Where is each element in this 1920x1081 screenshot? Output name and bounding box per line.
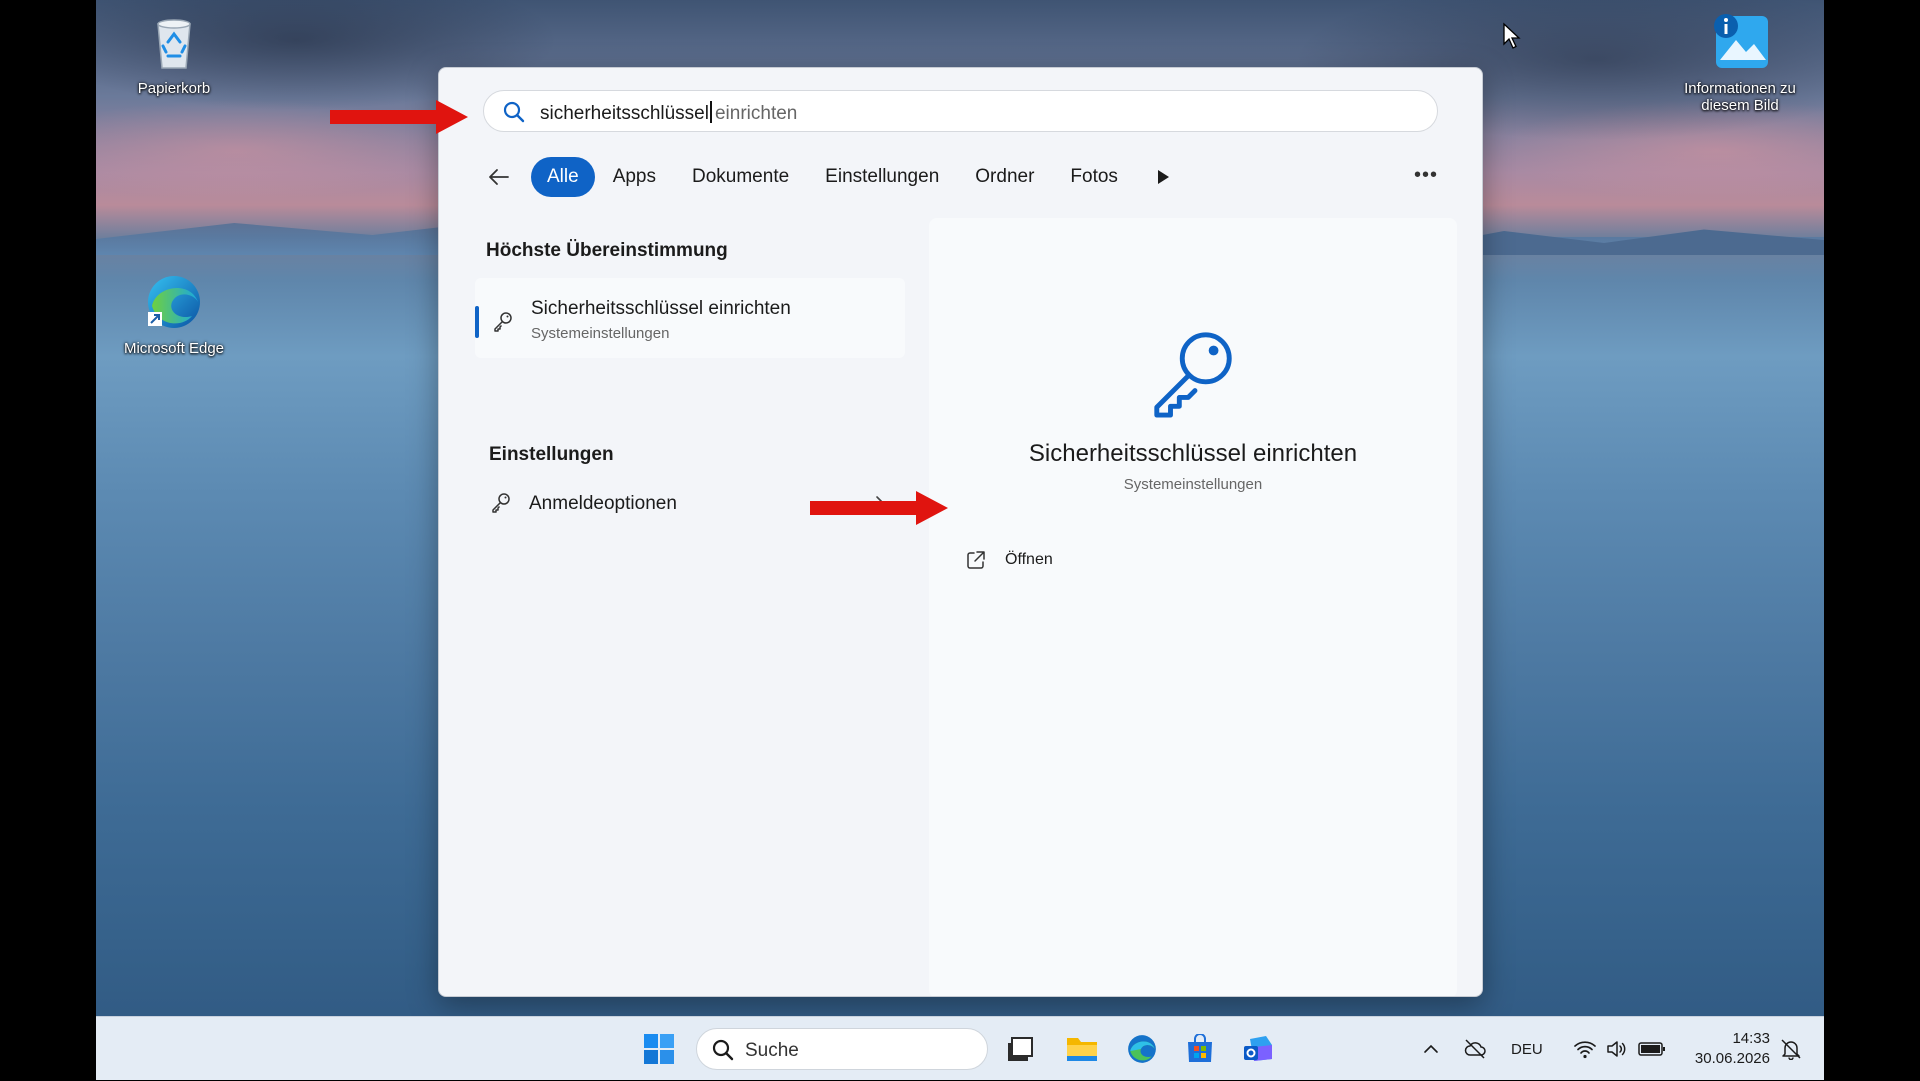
result-detail-pane: Sicherheitsschlüssel einrichten Systemei… <box>929 218 1457 996</box>
picture-info-icon <box>1714 14 1768 68</box>
task-view-icon <box>1008 1037 1033 1061</box>
best-match-result[interactable]: Sicherheitsschlüssel einrichten Systemei… <box>475 278 905 358</box>
desktop-icon-label: Microsoft Edge <box>123 340 225 357</box>
results-list: Höchste Übereinstimmung Sicherheitsschlü… <box>439 218 929 996</box>
detail-title: Sicherheitsschlüssel einrichten <box>1028 440 1358 467</box>
clock-time: 14:33 <box>1732 1030 1770 1047</box>
best-match-heading: Höchste Übereinstimmung <box>486 240 728 261</box>
chevron-up-icon[interactable] <box>1421 1039 1441 1059</box>
best-match-subtitle: Systemeinstellungen <box>531 325 670 342</box>
file-explorer-button[interactable] <box>1062 1029 1102 1069</box>
edge-icon <box>1128 1035 1156 1063</box>
volume-icon[interactable] <box>1605 1037 1629 1061</box>
wifi-icon[interactable] <box>1573 1037 1597 1061</box>
key-icon <box>492 493 510 513</box>
outlook-button[interactable] <box>1238 1029 1278 1069</box>
key-icon <box>494 312 512 332</box>
desktop-icon-picture-info[interactable]: Informationen zu diesem Bild <box>1670 12 1810 114</box>
desktop-icon-label: Papierkorb <box>137 80 211 97</box>
key-icon <box>1154 332 1232 418</box>
search-input[interactable]: sicherheitsschlüssel einrichten <box>483 90 1438 132</box>
clock-date: 30.06.2026 <box>1694 1050 1770 1067</box>
detail-subtitle: Systemeinstellungen <box>1123 476 1263 493</box>
desktop-icon-edge[interactable]: Microsoft Edge <box>104 272 244 357</box>
search-typed-text: sicherheitsschlüssel <box>540 103 709 124</box>
start-icon <box>644 1034 674 1064</box>
annotation-arrow-open <box>810 491 948 525</box>
edge-taskbar-button[interactable] <box>1122 1029 1162 1069</box>
battery-icon[interactable] <box>1637 1037 1667 1061</box>
desktop-icon-label: Informationen zu diesem Bild <box>1684 80 1796 114</box>
microsoft-store-button[interactable] <box>1180 1029 1220 1069</box>
filter-tab-ordner[interactable]: Ordner <box>957 157 1052 197</box>
desktop-icon-recycle-bin[interactable]: Papierkorb <box>104 12 244 97</box>
annotation-arrow-search <box>330 100 468 134</box>
search-icon <box>712 1039 734 1061</box>
selection-indicator <box>475 306 479 338</box>
best-match-title: Sicherheitsschlüssel einrichten <box>531 298 791 319</box>
start-button[interactable] <box>639 1029 679 1069</box>
outlook-icon <box>1244 1036 1272 1061</box>
open-button[interactable]: Öffnen <box>965 543 1165 579</box>
recycle-bin-icon <box>157 19 191 69</box>
microsoft-store-icon <box>1188 1034 1212 1062</box>
settings-heading: Einstellungen <box>489 444 614 465</box>
search-flyout: sicherheitsschlüssel einrichten Alle Apps… <box>438 67 1483 997</box>
taskbar-search-placeholder: Suche <box>745 1040 799 1061</box>
filter-tab-einstellungen[interactable]: Einstellungen <box>807 157 957 197</box>
system-tray: DEU <box>1421 1017 1667 1081</box>
more-filters-play-icon[interactable] <box>1157 170 1169 184</box>
arrow-left-icon <box>489 169 509 185</box>
search-autocomplete-suggestion: einrichten <box>714 103 798 124</box>
taskbar-clock[interactable]: 14:33 30.06.2026 <box>1686 1029 1770 1069</box>
cloud-offline-icon[interactable] <box>1463 1037 1487 1061</box>
task-view-button[interactable] <box>1000 1029 1040 1069</box>
taskbar-search-box[interactable]: Suche <box>696 1028 988 1070</box>
mouse-pointer-icon <box>1503 22 1521 49</box>
edge-icon <box>148 276 200 328</box>
search-icon <box>503 101 525 123</box>
language-indicator[interactable]: DEU <box>1511 1041 1543 1058</box>
filter-tab-apps[interactable]: Apps <box>595 157 674 197</box>
filter-tab-fotos[interactable]: Fotos <box>1052 157 1136 197</box>
filter-tab-alle[interactable]: Alle <box>531 157 595 197</box>
notification-bell-icon[interactable] <box>1780 1038 1802 1060</box>
back-button[interactable] <box>485 163 513 191</box>
taskbar: Suche DEU 14:33 30.06.2026 <box>96 1016 1824 1080</box>
search-filter-bar: Alle Apps Dokumente Einstellungen Ordner… <box>485 156 1169 198</box>
open-external-icon <box>967 551 985 569</box>
open-button-label: Öffnen <box>1005 551 1053 568</box>
filter-tab-dokumente[interactable]: Dokumente <box>674 157 807 197</box>
file-explorer-icon <box>1067 1038 1097 1061</box>
settings-item-label: Anmeldeoptionen <box>529 493 677 514</box>
text-caret <box>709 101 712 123</box>
search-text: sicherheitsschlüssel einrichten <box>540 101 797 125</box>
more-options-button[interactable]: ••• <box>1414 164 1438 187</box>
